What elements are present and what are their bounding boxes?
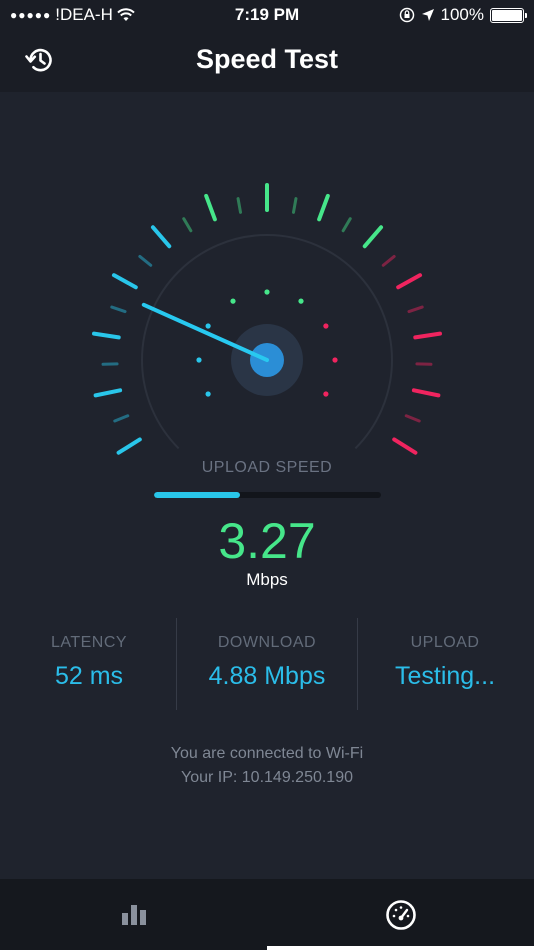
bar-chart-icon (121, 904, 146, 925)
gauge-tick (411, 388, 441, 398)
gauge-tick (93, 388, 123, 398)
status-bar: ●●●●● !DEA-H 7:19 PM 100% (0, 0, 534, 30)
ip-address-text: Your IP: 10.149.250.190 (181, 769, 353, 786)
latency-label: LATENCY (50, 634, 128, 651)
test-progress-bar (154, 492, 381, 498)
gauge-dot (205, 323, 211, 329)
battery-icon (490, 7, 527, 23)
download-value: 4.88 Mbps (208, 662, 326, 690)
upload-label: UPLOAD (410, 634, 480, 651)
test-phase-label: UPLOAD SPEED (201, 459, 333, 476)
upload-value: Testing... (394, 662, 496, 690)
gauge-tick (404, 414, 421, 423)
gauge-tick (236, 197, 243, 214)
active-tab-indicator (267, 946, 534, 950)
gauge-dot (323, 391, 329, 397)
gauge-tick (150, 225, 172, 249)
latency-value: 52 ms (54, 662, 124, 690)
gauge-tick (138, 254, 153, 267)
latency-stat: LATENCY 52 ms (0, 618, 178, 710)
connection-info: You are connected to Wi-Fi Your IP: 10.1… (0, 742, 534, 790)
connection-type-text: You are connected to Wi-Fi (170, 745, 364, 762)
gauge-dot (323, 323, 329, 329)
current-speed-value: 3.27 (218, 513, 316, 569)
gauge-dot (298, 298, 304, 304)
gauge-dot (196, 357, 202, 363)
stats-row: LATENCY 52 ms DOWNLOAD 4.88 Mbps UPLOAD … (0, 618, 534, 710)
status-right: 100% (399, 5, 527, 25)
download-label: DOWNLOAD (217, 634, 317, 651)
gauge-tick (362, 225, 384, 249)
gauge-tick (116, 437, 142, 455)
test-progress-fill (154, 492, 241, 498)
orientation-lock-icon (399, 7, 414, 23)
upload-stat: UPLOAD Testing... (356, 618, 534, 710)
tab-speedometer[interactable] (267, 879, 534, 950)
gauge-dot (332, 357, 338, 363)
gauge-tick (392, 437, 418, 455)
battery-percent: 100% (440, 5, 484, 24)
gauge-tick (182, 217, 193, 233)
gauge-dot (264, 289, 270, 295)
gauge-tick (381, 254, 396, 267)
gauge-tick (407, 305, 424, 314)
gauge-tick (317, 193, 330, 222)
speedometer-icon (385, 899, 416, 930)
speed-gauge (0, 92, 534, 492)
gauge-tick (91, 331, 121, 340)
download-stat: DOWNLOAD 4.88 Mbps (178, 618, 356, 710)
divider (176, 618, 177, 710)
gauge-tick (413, 331, 443, 340)
gauge-tick (204, 193, 217, 222)
gauge-tick (111, 273, 138, 290)
page-title: Speed Test (195, 44, 339, 74)
navigation-bar: Speed Test (0, 30, 534, 92)
current-speed-unit: Mbps (246, 570, 288, 589)
location-icon (421, 9, 434, 21)
speed-gauge-graphic (91, 183, 443, 455)
gauge-tick (113, 414, 130, 423)
gauge-tick (291, 197, 298, 214)
gauge-tick (110, 305, 127, 314)
gauge-tick (341, 217, 352, 233)
tab-bar (0, 879, 534, 950)
gauge-tick (396, 273, 423, 290)
tab-results[interactable] (0, 879, 267, 950)
gauge-dot (230, 298, 236, 304)
gauge-dot (205, 391, 211, 397)
